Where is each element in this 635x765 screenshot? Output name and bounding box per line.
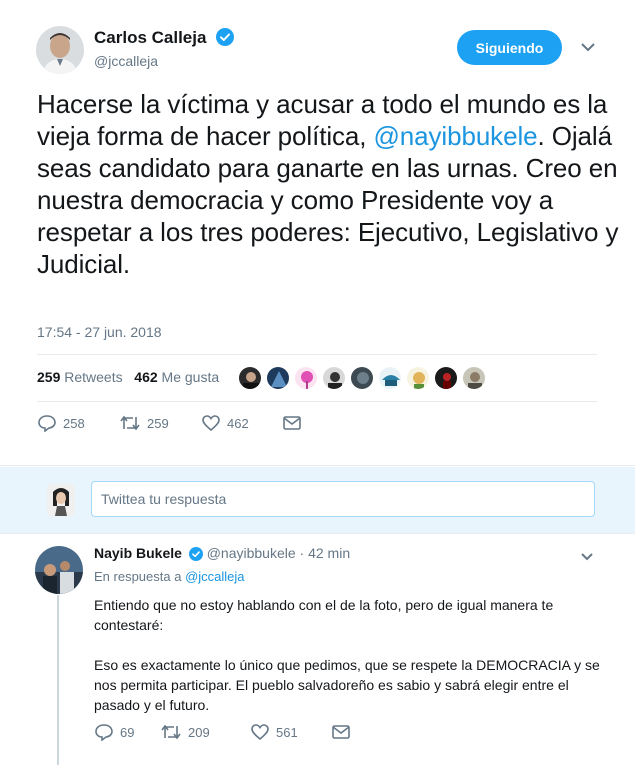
retweet-count: 209 <box>188 724 210 740</box>
author-name[interactable]: Carlos Calleja <box>94 28 235 51</box>
liker-avatar[interactable] <box>350 366 374 390</box>
reply-button[interactable]: 69 <box>94 723 160 741</box>
heart-icon <box>250 723 270 741</box>
chevron-down-icon[interactable] <box>580 550 594 562</box>
divider <box>37 401 597 402</box>
liker-avatar[interactable] <box>434 366 458 390</box>
likes-count: 462 <box>134 369 158 385</box>
liker-avatar[interactable] <box>238 366 262 390</box>
direct-message-button[interactable] <box>332 725 350 739</box>
retweets-stat[interactable]: 259 Retweets <box>37 369 123 385</box>
likes-label: Me gusta <box>161 369 220 385</box>
reply-paragraph: Entiendo que no estoy hablando con el de… <box>94 597 554 633</box>
liker-avatar[interactable] <box>266 366 290 390</box>
reply-paragraph: Eso es exactamente lo único que pedimos,… <box>94 657 600 713</box>
heart-icon <box>201 414 221 432</box>
tweet-text: Hacerse la víctima y acusar a todo el mu… <box>37 88 627 280</box>
direct-message-button[interactable] <box>283 416 301 430</box>
envelope-icon <box>283 416 301 430</box>
reply-author-header: Nayib Bukele @nayibbukele · 42 min <box>94 545 350 564</box>
in-reply-handle-link[interactable]: @jccalleja <box>185 569 244 584</box>
liker-avatar[interactable] <box>294 366 318 390</box>
tweet-timestamp[interactable]: 17:54 - 27 jun. 2018 <box>37 324 162 340</box>
reply-time[interactable]: · 42 min <box>300 545 351 561</box>
liker-avatar[interactable] <box>322 366 346 390</box>
like-count: 561 <box>276 724 298 740</box>
reply-composer: Twittea tu respuesta <box>0 467 635 534</box>
reply-icon <box>94 723 114 741</box>
reply-author-name[interactable]: Nayib Bukele <box>94 545 182 561</box>
tweet-stats: 259 Retweets 462 Me gusta <box>37 369 219 385</box>
liker-avatar[interactable] <box>462 366 486 390</box>
like-count: 462 <box>227 415 249 431</box>
reply-author-handle[interactable]: @nayibbukele <box>207 545 296 561</box>
reply-text: Entiendo que no estoy hablando con el de… <box>94 595 614 735</box>
reply-input[interactable]: Twittea tu respuesta <box>91 481 595 517</box>
reply-actions: 69 209 561 <box>94 723 350 741</box>
reply-count: 69 <box>120 724 135 740</box>
verified-badge-icon <box>188 547 203 564</box>
retweets-label: Retweets <box>64 369 123 385</box>
retweet-button[interactable]: 209 <box>160 724 250 740</box>
retweets-count: 259 <box>37 369 61 385</box>
likes-stat[interactable]: 462 Me gusta <box>134 369 219 385</box>
author-avatar[interactable] <box>36 26 84 74</box>
reply-author-avatar[interactable] <box>35 546 83 594</box>
like-button[interactable]: 462 <box>201 414 283 432</box>
following-button[interactable]: Siguiendo <box>457 30 562 65</box>
reply-tweet: Nayib Bukele @nayibbukele · 42 min En re… <box>0 535 635 765</box>
liker-avatar[interactable] <box>406 366 430 390</box>
in-reply-to: En respuesta a @jccalleja <box>94 569 245 584</box>
reply-icon <box>37 414 57 432</box>
divider <box>37 354 597 355</box>
likers-avatars <box>238 366 486 390</box>
reply-button[interactable]: 258 <box>37 414 119 432</box>
retweet-button[interactable]: 259 <box>119 415 201 431</box>
verified-badge-icon <box>216 28 235 51</box>
current-user-avatar[interactable] <box>47 484 75 516</box>
reply-count: 258 <box>63 415 85 431</box>
mention-link[interactable]: @nayibbukele <box>374 121 538 151</box>
chevron-down-icon[interactable] <box>580 40 596 54</box>
liker-avatar[interactable] <box>378 366 402 390</box>
envelope-icon <box>332 725 350 739</box>
tweet-actions: 258 259 462 <box>37 414 301 432</box>
retweet-icon <box>160 724 182 740</box>
main-tweet: Carlos Calleja @jccalleja Siguiendo Hace… <box>0 0 635 466</box>
author-handle[interactable]: @jccalleja <box>94 53 158 69</box>
retweet-icon <box>119 415 141 431</box>
retweet-count: 259 <box>147 415 169 431</box>
in-reply-prefix: En respuesta a <box>94 569 182 584</box>
like-button[interactable]: 561 <box>250 723 332 741</box>
thread-line <box>57 595 59 765</box>
author-name-text[interactable]: Carlos Calleja <box>94 28 206 47</box>
